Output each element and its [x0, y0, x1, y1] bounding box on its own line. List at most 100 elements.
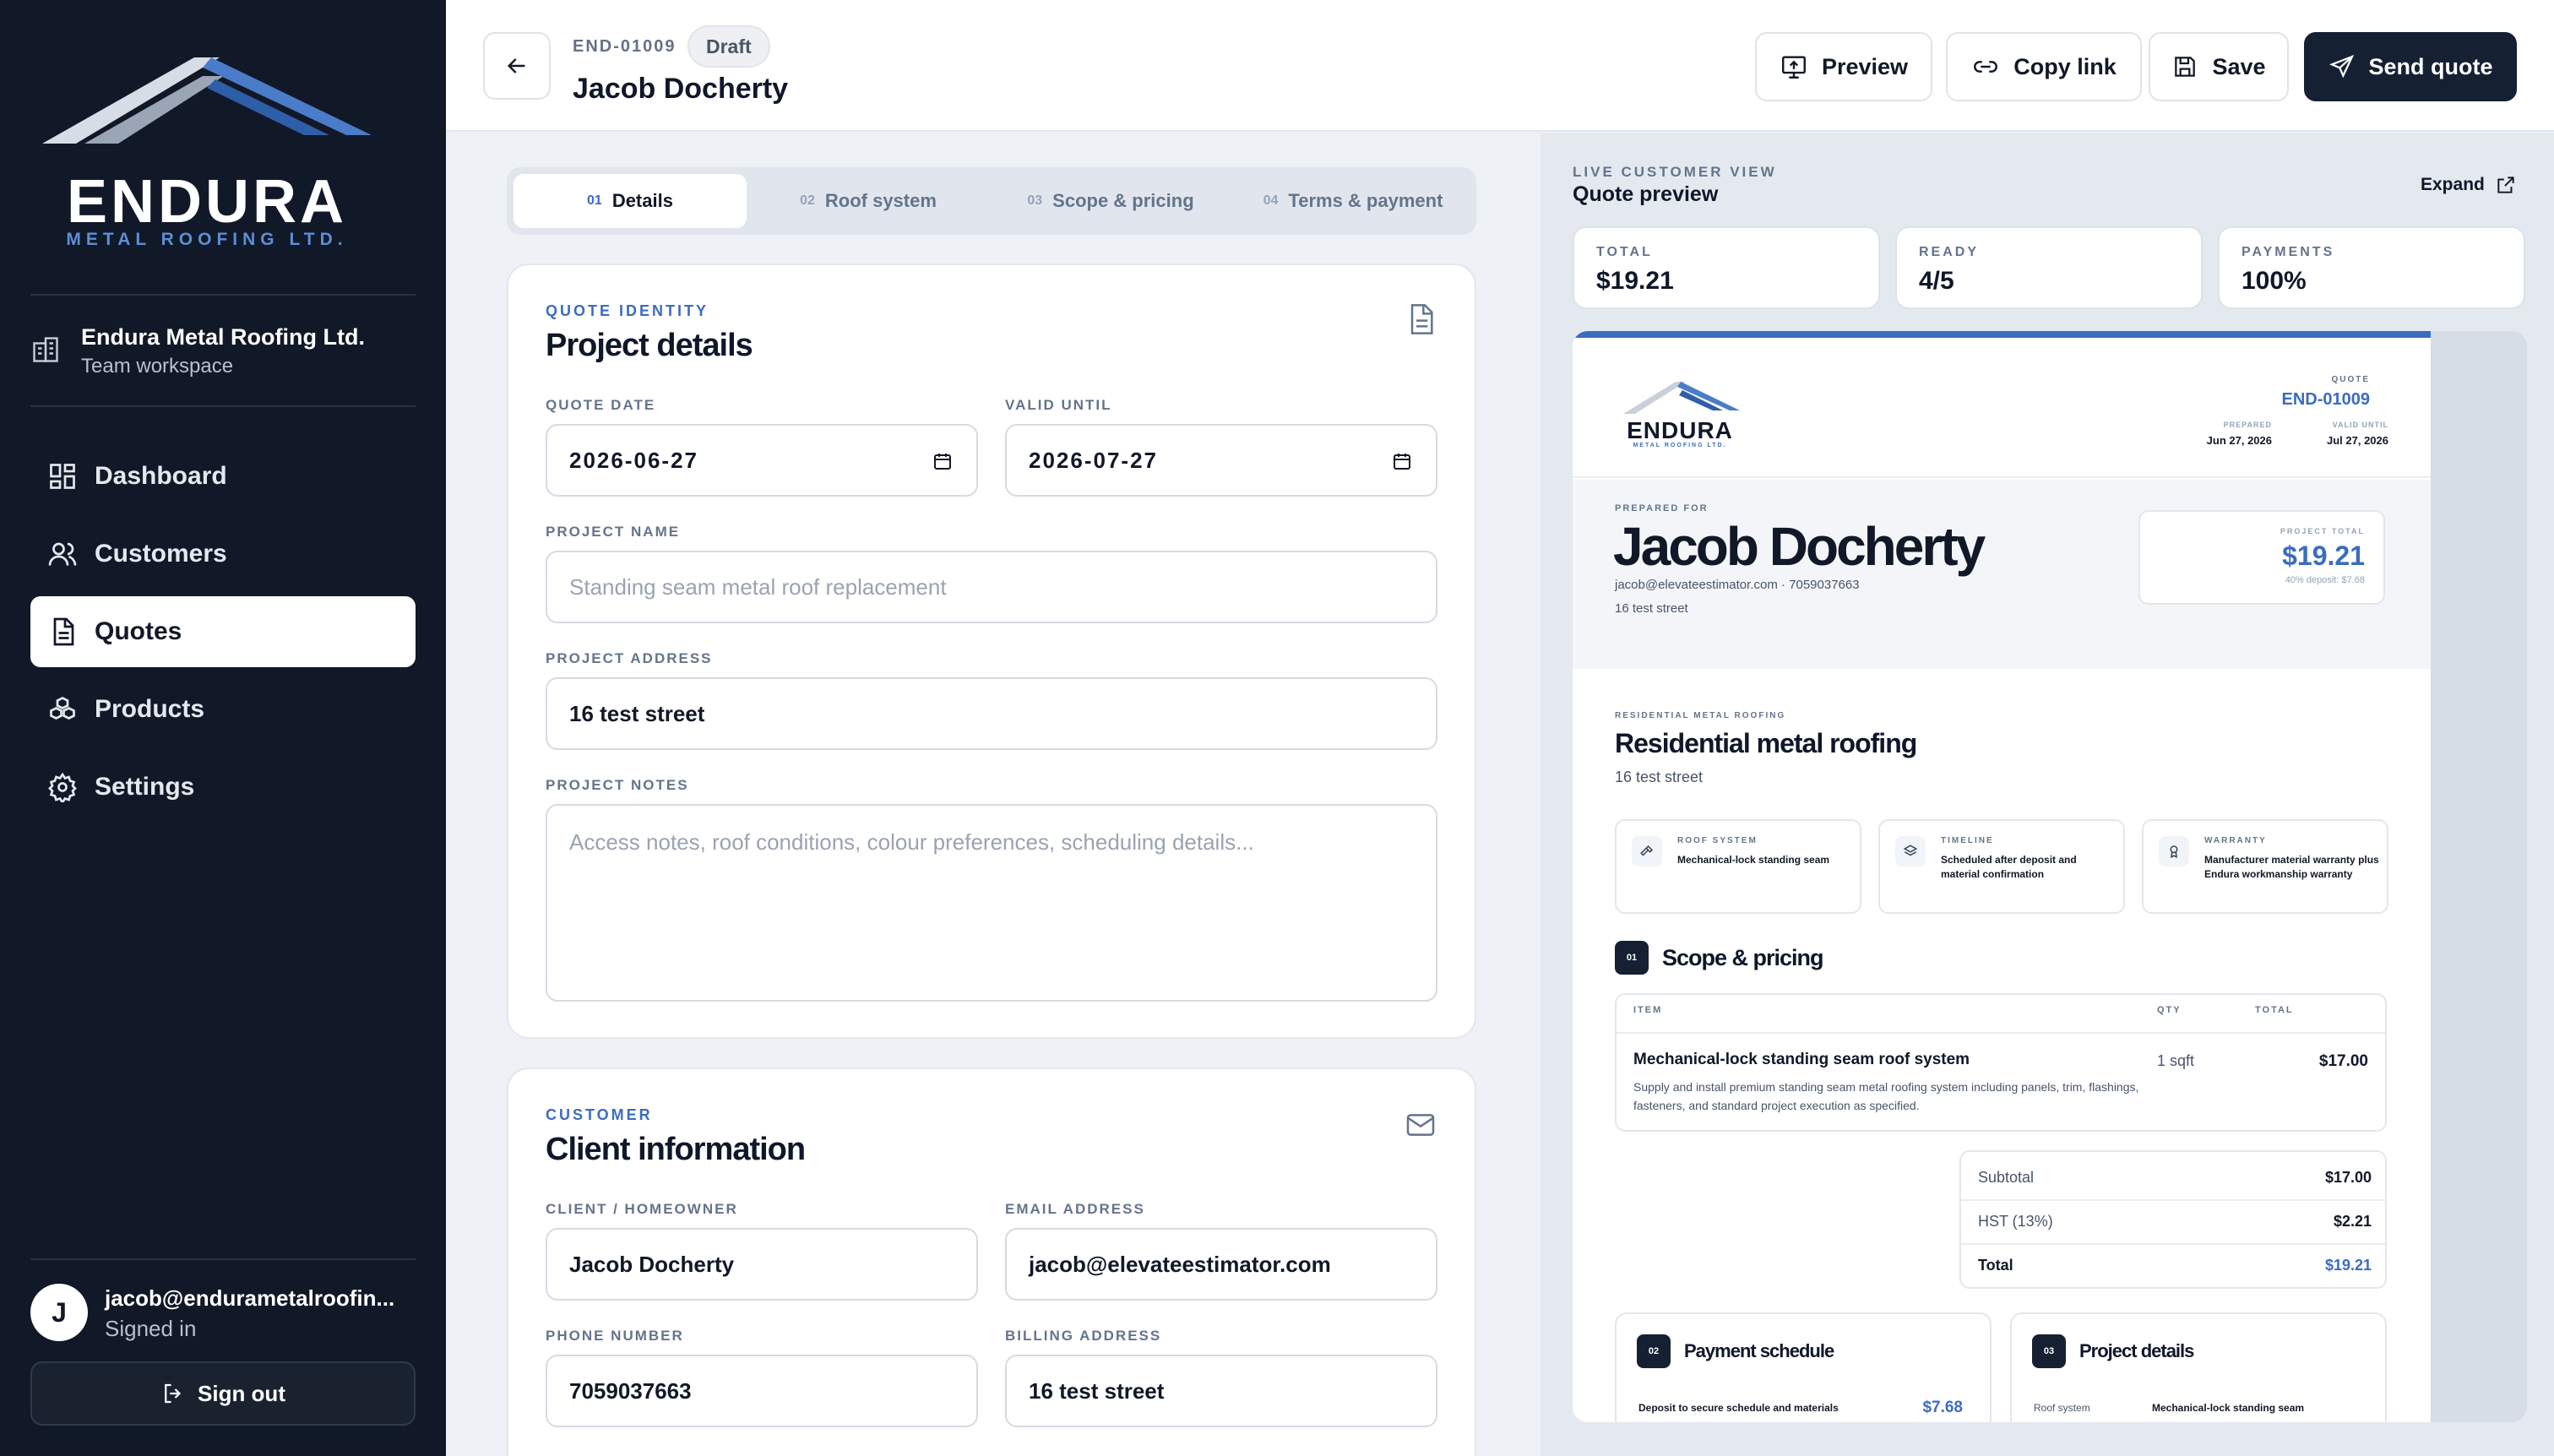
- row-divider: [1961, 1199, 2385, 1201]
- tab-roof-system[interactable]: 02 Roof system: [752, 174, 985, 228]
- tab-details[interactable]: 01 Details: [514, 174, 747, 228]
- expand-button[interactable]: Expand: [2421, 174, 2517, 196]
- document-logo-word: ENDURA: [1627, 417, 1733, 443]
- copy-link-label: Copy link: [2013, 53, 2117, 79]
- date-value: Jul 27, 2026: [2327, 434, 2388, 447]
- sidebar-item-label: Settings: [95, 773, 195, 801]
- quote-id: END-01009: [573, 37, 677, 56]
- project-notes-textarea[interactable]: Access notes, roof conditions, colour pr…: [546, 804, 1437, 1002]
- prepared-for-label: PREPARED FOR: [1615, 503, 1709, 513]
- section-eyebrow: QUOTE IDENTITY: [546, 302, 709, 319]
- document-prepared-date: PREPARED Jun 27, 2026: [2207, 421, 2272, 447]
- tab-scope-pricing[interactable]: 03 Scope & pricing: [990, 174, 1231, 228]
- quote-date-input[interactable]: 2026-06-27: [546, 424, 978, 497]
- client-name-input[interactable]: Jacob Docherty: [546, 1228, 978, 1301]
- calendar-icon[interactable]: [1392, 451, 1412, 471]
- roof-logo-icon: [42, 57, 372, 144]
- page-title: Jacob Docherty: [573, 73, 789, 105]
- boxes-icon: [50, 696, 75, 720]
- tab-label: Scope & pricing: [1052, 190, 1194, 211]
- workspace-switcher[interactable]: Endura Metal Roofing Ltd. Team workspace: [30, 324, 416, 383]
- project-address-input[interactable]: 16 test street: [546, 677, 1437, 750]
- quote-document: ENDURA METAL ROOFING LTD. QUOTE END-0100…: [1573, 331, 2431, 1422]
- row-value: $17.00: [2324, 1168, 2372, 1186]
- field-value: 2026-06-27: [569, 447, 698, 473]
- brand-name: ENDURA: [66, 168, 347, 236]
- grid-icon: [50, 464, 75, 489]
- document-quote-label: QUOTE: [2331, 375, 2370, 384]
- card-value: Manufacturer material warranty plus Endu…: [2204, 854, 2379, 880]
- hst-row: HST (13%) $2.21: [1978, 1204, 2372, 1238]
- document-customer-block: PREPARED FOR Jacob Docherty jacob@elevat…: [1573, 480, 2431, 669]
- email-field[interactable]: jacob@elevateestimator.com: [1005, 1228, 1437, 1301]
- sidebar-divider: [30, 1258, 416, 1260]
- project-details-heading: 03 Project details: [2032, 1334, 2194, 1368]
- sidebar-divider: [30, 294, 416, 296]
- sidebar-item-products[interactable]: Products: [30, 674, 416, 745]
- field-value: 7059037663: [569, 1377, 692, 1404]
- sidebar-item-customers[interactable]: Customers: [30, 519, 416, 589]
- building-icon: [33, 337, 58, 362]
- quote-steps-tabs: 01 Details 02 Roof system 03 Scope & pricin…: [507, 167, 1476, 235]
- subtotal-row: Subtotal $17.00: [1978, 1160, 2372, 1194]
- card-label: WARRANTY: [2204, 836, 2267, 845]
- field-value: 16 test street: [1029, 1377, 1165, 1404]
- sidebar-item-settings[interactable]: Settings: [30, 752, 416, 823]
- document-address: 16 test street: [1615, 601, 1688, 616]
- calendar-icon[interactable]: [932, 451, 953, 471]
- save-button[interactable]: Save: [2149, 32, 2289, 101]
- project-name-input[interactable]: Standing seam metal roof replacement: [546, 551, 1437, 623]
- valid-until-input[interactable]: 2026-07-27: [1005, 424, 1437, 497]
- sidebar-item-label: Products: [95, 695, 205, 723]
- phone-input[interactable]: 7059037663: [546, 1355, 978, 1427]
- column-header-total: TOTAL: [2255, 1005, 2294, 1015]
- section-heading: Payment schedule: [1684, 1340, 1834, 1361]
- document-contact: jacob@elevateestimator.com · 7059037663: [1615, 578, 1860, 592]
- payment-schedule-card: 02 Payment schedule Deposit to secure sc…: [1615, 1312, 1992, 1422]
- billing-address-input[interactable]: 16 test street: [1005, 1355, 1437, 1427]
- line-item-qty: 1 sqft: [2157, 1052, 2195, 1069]
- field-label: BILLING ADDRESS: [1005, 1328, 1162, 1344]
- logout-icon: [165, 1383, 182, 1404]
- section-number-badge: 01: [1615, 941, 1649, 975]
- project-details-summary-card: 03 Project details Roof system Mechanica…: [2010, 1312, 2387, 1422]
- line-item-name: Mechanical-lock standing seam roof syste…: [1633, 1051, 1970, 1068]
- tab-label: Roof system: [824, 190, 937, 211]
- preview-button[interactable]: Preview: [1755, 32, 1932, 101]
- save-icon: [2175, 57, 2196, 77]
- workspace-sub: Team workspace: [81, 355, 234, 378]
- date-label: PREPARED: [2223, 421, 2272, 429]
- copy-link-button[interactable]: Copy link: [1946, 32, 2142, 101]
- totals-summary: Subtotal $17.00 HST (13%) $2.21 Total $19.2…: [1959, 1150, 2387, 1289]
- preview-label: Preview: [1821, 53, 1909, 79]
- date-label: VALID UNTIL: [2332, 421, 2388, 429]
- avatar: J: [30, 1284, 88, 1341]
- back-button[interactable]: [483, 32, 551, 100]
- date-value: Jun 27, 2026: [2206, 434, 2272, 447]
- scope-pricing-heading: 01 Scope & pricing: [1615, 941, 1824, 975]
- row-label: Subtotal: [1978, 1168, 2035, 1186]
- field-value: Jacob Docherty: [569, 1251, 735, 1277]
- detail-value: Mechanical-lock standing seam: [2152, 1402, 2305, 1414]
- sidebar-item-label: Customers: [95, 540, 227, 568]
- section-heading: Scope & pricing: [1662, 944, 1824, 970]
- sidebar: ENDURA METAL ROOFING LTD. Endura Metal R…: [0, 0, 446, 1456]
- row-label: Total: [1978, 1256, 2013, 1274]
- tab-terms-payment[interactable]: 04 Terms & payment: [1235, 174, 1471, 228]
- preview-eyebrow: LIVE CUSTOMER VIEW: [1573, 164, 1777, 180]
- user-profile[interactable]: J jacob@endurametalroofin... Signed in: [30, 1284, 416, 1343]
- field-label: PROJECT ADDRESS: [546, 650, 713, 666]
- brand-subtitle: METAL ROOFING LTD.: [66, 230, 348, 249]
- brand-logo[interactable]: ENDURA METAL ROOFING LTD.: [42, 51, 372, 253]
- sign-out-button[interactable]: Sign out: [30, 1361, 416, 1426]
- line-item-total: $17.00: [2318, 1052, 2368, 1070]
- row-divider: [1961, 1243, 2385, 1245]
- sidebar-item-quotes[interactable]: Quotes: [30, 596, 416, 667]
- section-heading: Project details: [2079, 1340, 2194, 1361]
- section-title: Project details: [546, 328, 753, 363]
- send-quote-button[interactable]: Send quote: [2304, 32, 2517, 101]
- column-header-item: ITEM: [1633, 1005, 1663, 1015]
- quote-document-viewport[interactable]: ENDURA METAL ROOFING LTD. QUOTE END-0100…: [1573, 331, 2527, 1422]
- row-value: $19.21: [2324, 1256, 2372, 1274]
- sidebar-item-dashboard[interactable]: Dashboard: [30, 441, 416, 512]
